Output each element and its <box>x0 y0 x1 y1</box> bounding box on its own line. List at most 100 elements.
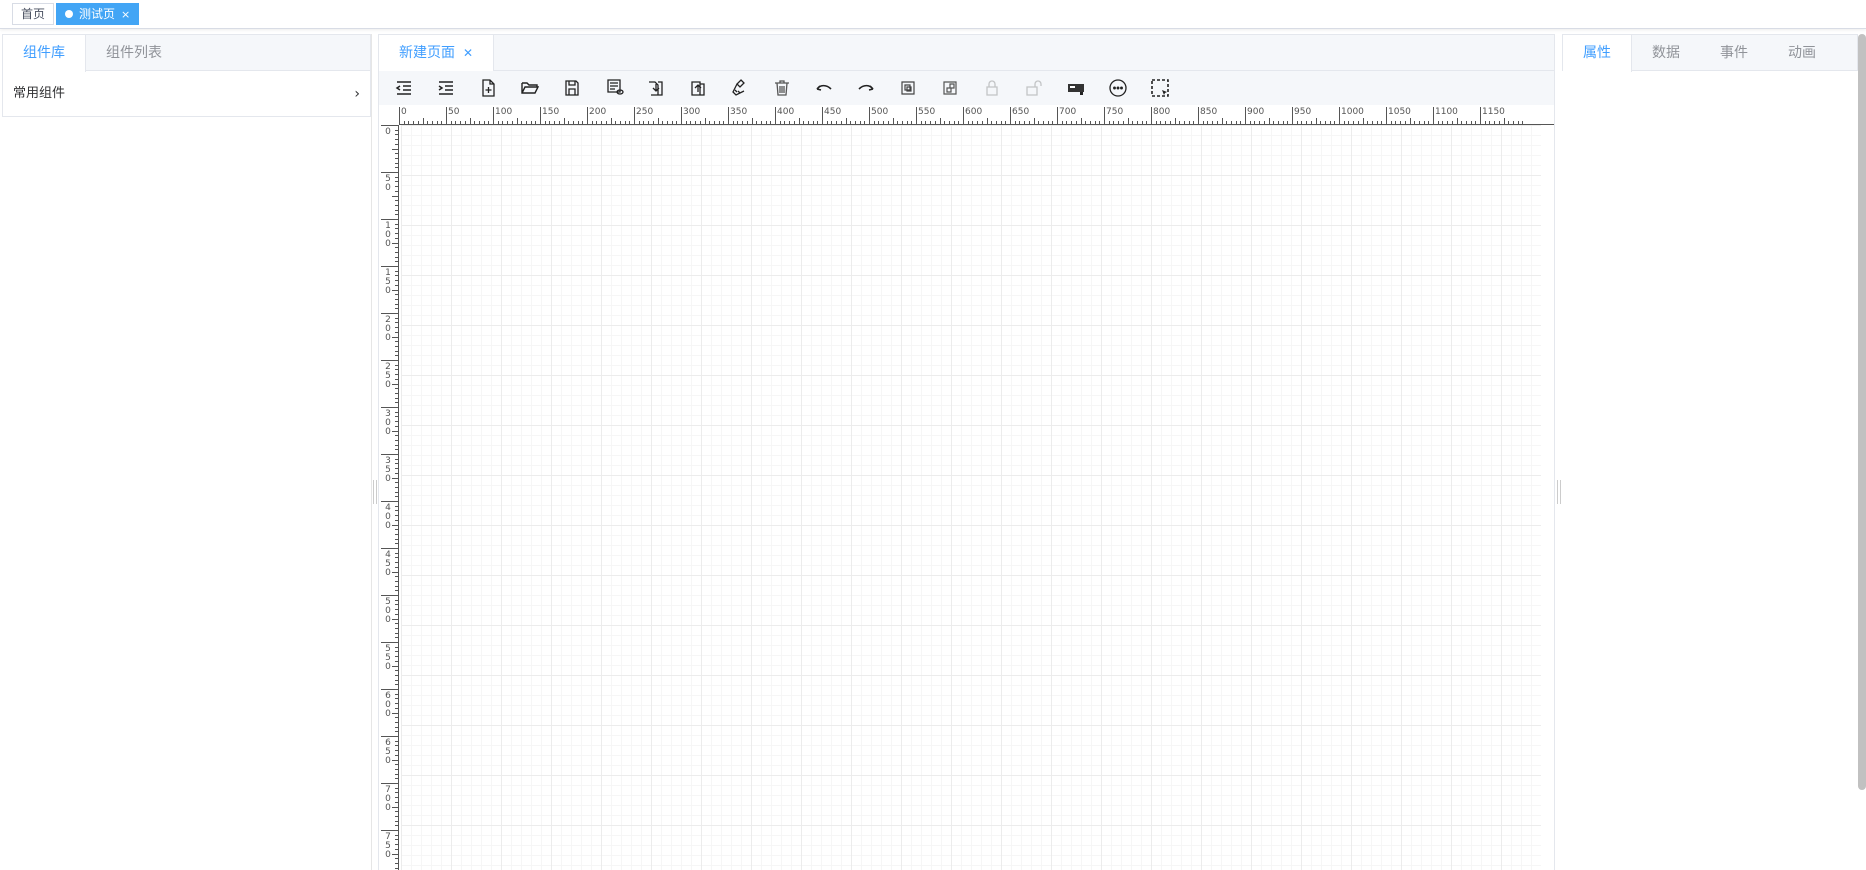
select-area-button[interactable] <box>1147 75 1173 101</box>
ruler-minor-tick <box>1089 121 1091 125</box>
ruler-minor-tick <box>395 801 399 803</box>
ruler-label: 50 <box>385 174 391 193</box>
ruler-minor-tick <box>1212 121 1214 125</box>
more-button[interactable] <box>1105 75 1131 101</box>
ruler-minor-tick <box>395 562 399 564</box>
ruler-minor-tick <box>1202 121 1204 125</box>
ruler-minor-tick <box>395 698 399 700</box>
ruler-major-tick <box>381 501 399 502</box>
ruler-label: 350 <box>730 107 748 117</box>
ruler-minor-tick <box>395 331 399 333</box>
ruler-minor-tick <box>395 275 399 277</box>
lock-button[interactable] <box>979 75 1005 101</box>
ruler-minor-tick <box>395 590 399 592</box>
ruler-major-tick <box>1339 107 1340 125</box>
ruler-minor-tick <box>1301 121 1303 125</box>
open-folder-button[interactable] <box>517 75 543 101</box>
preview-button[interactable] <box>601 75 627 101</box>
undo-button[interactable] <box>811 75 837 101</box>
ruler-minor-tick <box>392 336 399 338</box>
unlock-button[interactable] <box>1021 75 1047 101</box>
ruler-minor-tick <box>1113 121 1115 125</box>
tab-new-page[interactable]: 新建页面 ✕ <box>379 35 495 72</box>
ruler-minor-tick <box>1334 121 1336 125</box>
group-button[interactable] <box>895 75 921 101</box>
ruler-major-tick <box>493 107 494 125</box>
close-icon[interactable]: × <box>121 8 130 21</box>
left-resize-handle[interactable] <box>373 480 377 504</box>
export-icon <box>691 81 705 96</box>
ruler-minor-tick <box>723 121 725 125</box>
ruler-minor-tick <box>395 134 399 136</box>
ruler-minor-tick <box>395 402 399 404</box>
ruler-minor-tick <box>1207 121 1209 125</box>
ruler-minor-tick <box>1376 121 1378 125</box>
ruler-minor-tick <box>395 463 399 465</box>
tab-animation[interactable]: 动画 <box>1768 35 1836 71</box>
tab-component-library[interactable]: 组件库 <box>3 35 86 72</box>
design-canvas[interactable]: 0 50 100 150 200 250 300 350 400 450 500 550 600 650 7… <box>378 105 1555 870</box>
close-icon[interactable]: ✕ <box>463 46 473 60</box>
ruler-minor-tick <box>887 121 889 125</box>
ruler-minor-tick <box>392 242 399 244</box>
editor-tabs: 新建页面 ✕ <box>378 34 1555 72</box>
tab-events[interactable]: 事件 <box>1700 35 1768 71</box>
ruler-label: 300 <box>385 409 391 437</box>
ruler-minor-tick <box>395 167 399 169</box>
tab-component-list[interactable]: 组件列表 <box>86 35 182 71</box>
ruler-minor-tick <box>395 411 399 413</box>
ruler-minor-tick <box>395 209 399 211</box>
ruler-minor-tick <box>1522 121 1524 125</box>
save-button[interactable] <box>559 75 585 101</box>
ruler-minor-tick <box>395 825 399 827</box>
page-scrollbar[interactable] <box>1858 34 1866 790</box>
import-button[interactable] <box>643 75 669 101</box>
redo-button[interactable] <box>853 75 879 101</box>
ungroup-button[interactable] <box>937 75 963 101</box>
ruler-minor-tick <box>1287 121 1289 125</box>
ruler-minor-tick <box>469 118 471 125</box>
ruler-minor-tick <box>395 378 399 380</box>
ruler-minor-tick <box>395 580 399 582</box>
ruler-minor-tick <box>944 121 946 125</box>
ruler-major-tick <box>822 107 823 125</box>
ruler-minor-tick <box>1498 121 1500 125</box>
horizontal-ruler: 0 50 100 150 200 250 300 350 400 450 500 550 600 650 7… <box>399 107 1554 125</box>
ruler-minor-tick <box>535 121 537 125</box>
ruler-minor-tick <box>395 721 399 723</box>
tab-properties[interactable]: 属性 <box>1563 35 1632 72</box>
collapse-common-components[interactable]: 常用组件 › <box>2 71 371 117</box>
ruler-minor-tick <box>395 792 399 794</box>
ruler-minor-tick <box>395 350 399 352</box>
delete-button[interactable] <box>769 75 795 101</box>
ruler-minor-tick <box>392 853 399 855</box>
ruler-label: 400 <box>777 107 795 117</box>
indent-button[interactable] <box>433 75 459 101</box>
ruler-minor-tick <box>671 121 673 125</box>
ruler-major-tick <box>1057 107 1058 125</box>
ruler-minor-tick <box>1310 121 1312 125</box>
ruler-minor-tick <box>464 121 466 125</box>
outdent-button[interactable] <box>391 75 417 101</box>
ruler-major-tick <box>381 783 399 784</box>
ruler-minor-tick <box>1512 121 1514 125</box>
ruler-minor-tick <box>395 181 399 183</box>
new-file-button[interactable] <box>475 75 501 101</box>
clear-button[interactable] <box>727 75 753 101</box>
tab-data[interactable]: 数据 <box>1632 35 1700 71</box>
page-tab-home[interactable]: 首页 <box>12 3 55 25</box>
canvas-grid[interactable] <box>401 125 1541 870</box>
properties-panel: 属性 数据 事件 动画 <box>1562 34 1858 870</box>
ruler-minor-tick <box>657 118 659 125</box>
ruler-minor-tick <box>395 533 399 535</box>
export-button[interactable] <box>685 75 711 101</box>
page-tab-test[interactable]: 测试页 × <box>56 3 140 25</box>
ruler-minor-tick <box>395 322 399 324</box>
ruler-label: 500 <box>385 597 391 625</box>
ruler-minor-tick <box>395 768 399 770</box>
right-resize-handle[interactable] <box>1557 480 1561 504</box>
ruler-minor-tick <box>615 121 617 125</box>
screenshot-button[interactable] <box>1063 75 1089 101</box>
ruler-minor-tick <box>413 121 415 125</box>
ruler-minor-tick <box>676 121 678 125</box>
